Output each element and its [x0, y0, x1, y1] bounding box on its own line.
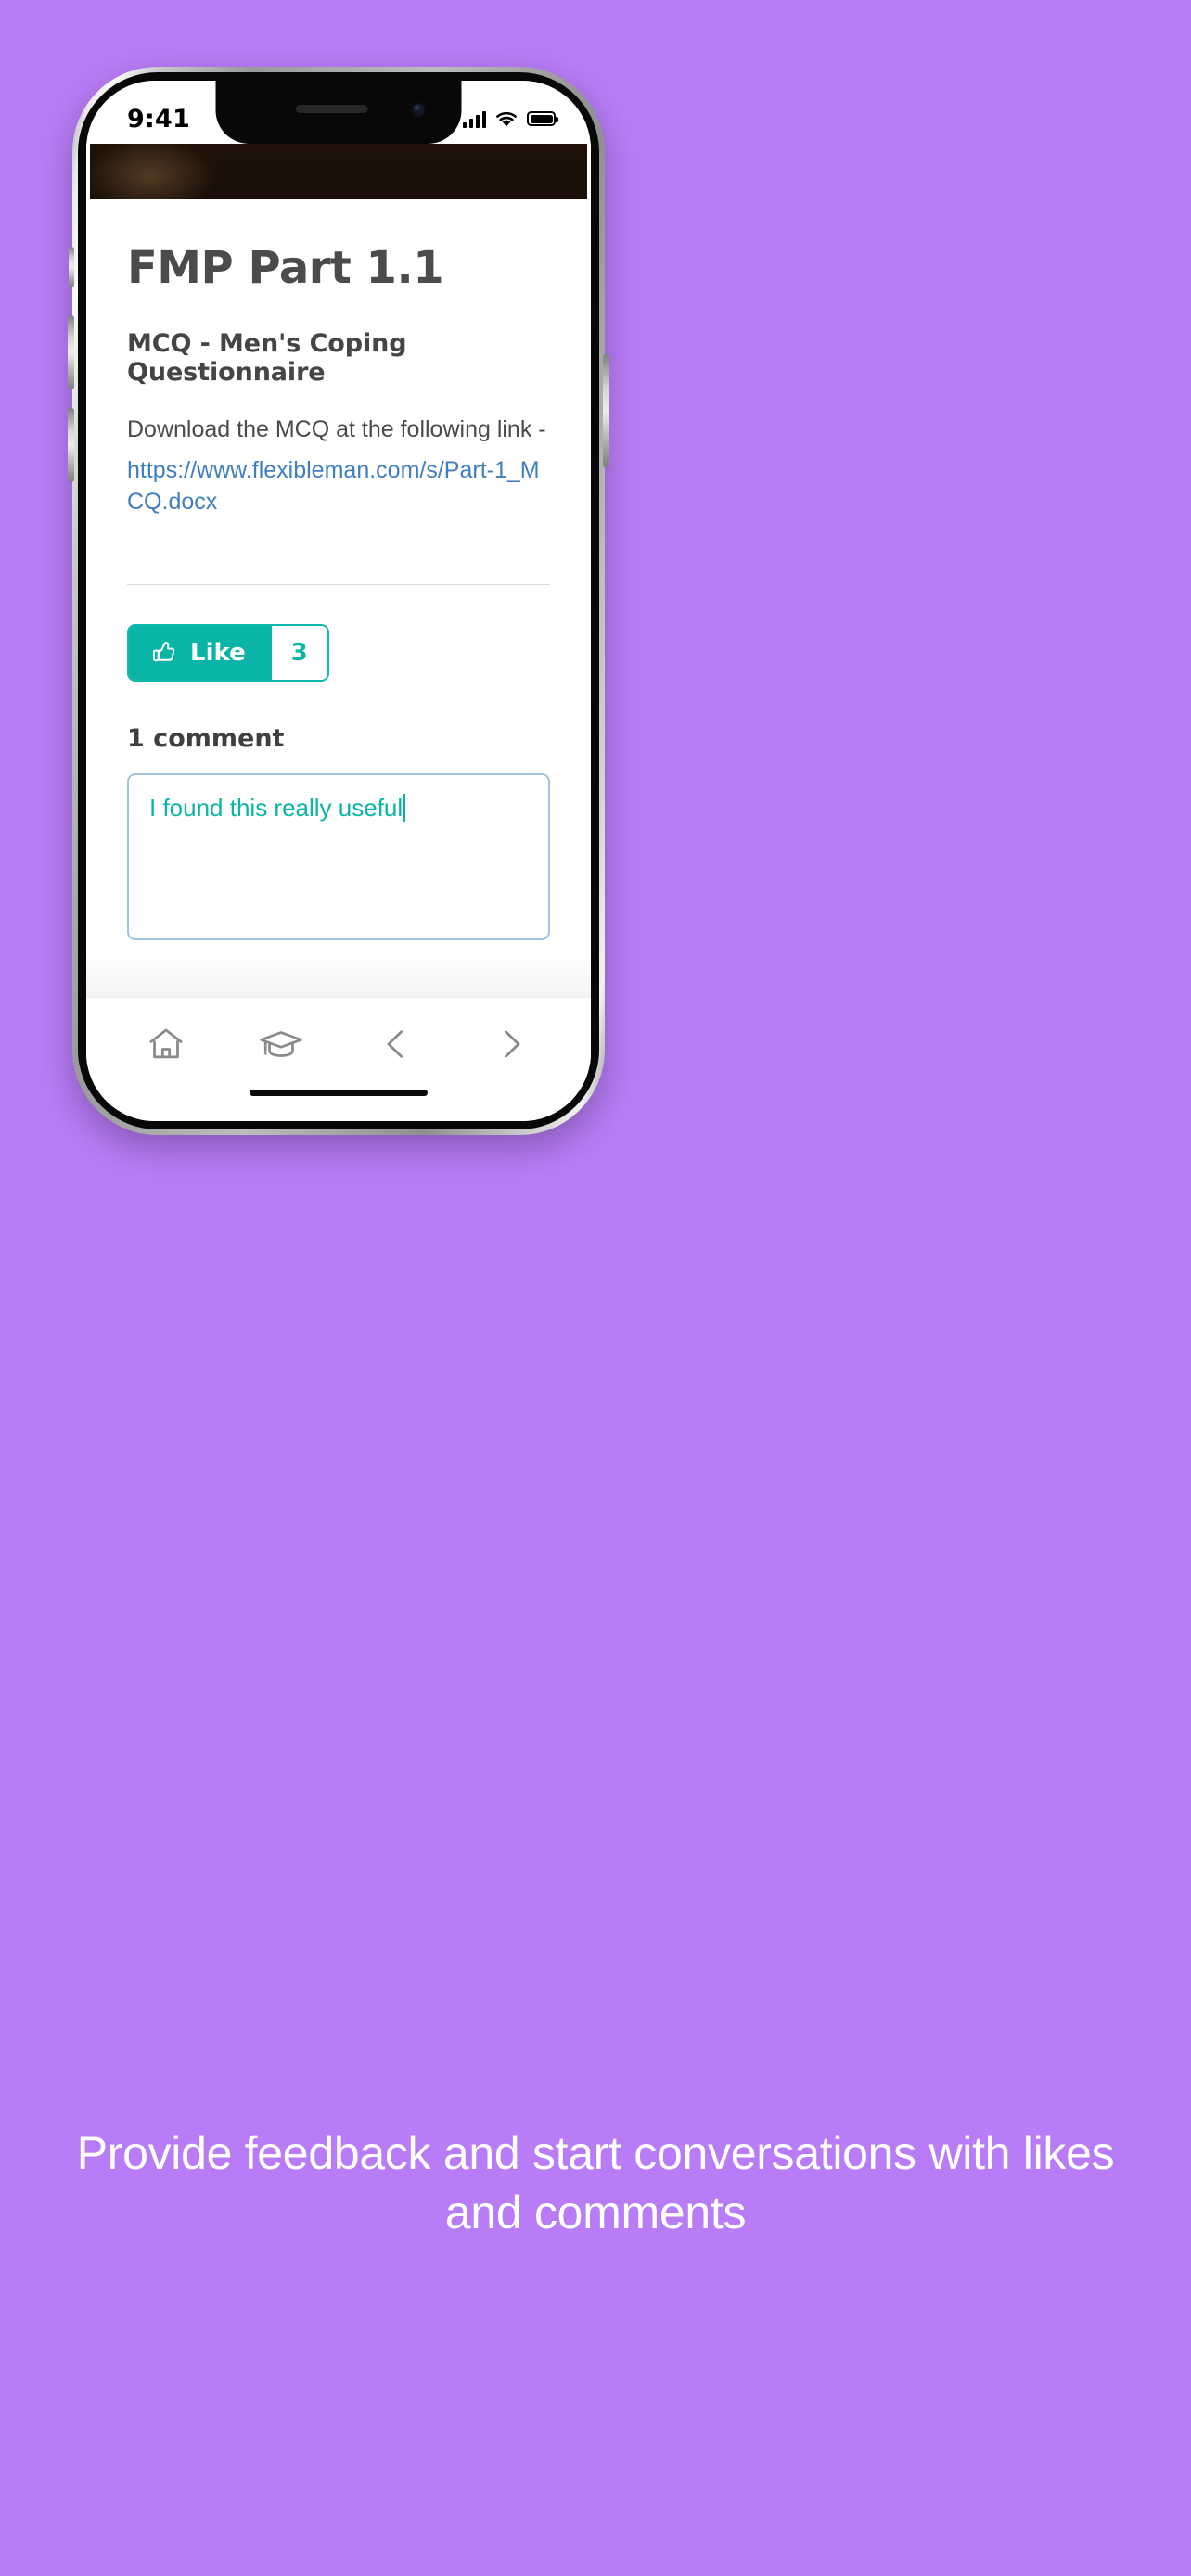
page-title: FMP Part 1.1 — [127, 242, 444, 294]
nav-fade — [86, 952, 591, 997]
volume-up-button[interactable] — [68, 315, 74, 389]
like-row: Like 3 — [127, 624, 550, 682]
chevron-left-icon — [387, 1029, 403, 1058]
home-indicator — [86, 1090, 591, 1121]
comment-input[interactable]: I found this really useful — [127, 773, 550, 941]
like-button-label: Like — [190, 639, 246, 668]
phone-screen: 9:41 FMP Part 1.1 MCQ - Men's Coping Que… — [86, 81, 591, 1121]
text-caret — [403, 794, 406, 823]
cellular-bars-icon — [462, 110, 486, 128]
nav-next-button[interactable] — [470, 1012, 552, 1077]
scroll-area[interactable]: FMP Part 1.1 MCQ - Men's Coping Question… — [86, 144, 591, 952]
comment-count-label: 1 comment — [127, 724, 285, 754]
nav-home-button[interactable] — [125, 1012, 207, 1077]
like-group: Like 3 — [127, 624, 329, 682]
chevron-right-icon — [505, 1029, 520, 1058]
nav-previous-button[interactable] — [355, 1012, 437, 1077]
post-content: FMP Part 1.1 MCQ - Men's Coping Question… — [86, 242, 591, 952]
bottom-navigation — [86, 997, 591, 1090]
wifi-icon — [496, 111, 517, 126]
notch — [215, 81, 462, 144]
battery-full-icon — [527, 111, 558, 126]
mute-switch-button[interactable] — [69, 247, 74, 287]
post-subtitle: MCQ - Men's Coping Questionnaire — [127, 329, 407, 387]
download-link[interactable]: https://www.flexibleman.com/s/Part-1_MCQ… — [127, 455, 550, 518]
thumbs-up-icon — [153, 642, 175, 662]
front-camera-icon — [410, 102, 427, 118]
earpiece-speaker-icon — [295, 105, 368, 113]
power-button[interactable] — [603, 354, 609, 467]
content-divider — [127, 584, 550, 586]
nav-courses-button[interactable] — [240, 1012, 322, 1077]
post-hero-image — [90, 144, 587, 199]
home-icon — [149, 1028, 183, 1058]
status-time: 9:41 — [127, 104, 190, 134]
phone-mockup: 9:41 FMP Part 1.1 MCQ - Men's Coping Que… — [68, 67, 609, 1135]
comment-input-value: I found this really useful — [149, 794, 403, 823]
graduation-cap-icon — [260, 1030, 302, 1057]
status-indicators — [462, 110, 558, 128]
volume-down-button[interactable] — [68, 408, 74, 482]
marketing-caption: Provide feedback and start conversations… — [76, 2127, 1115, 2238]
post-body-text: Download the MCQ at the following link - — [127, 416, 546, 442]
like-button[interactable]: Like — [129, 626, 272, 681]
app-content: FMP Part 1.1 MCQ - Men's Coping Question… — [86, 144, 591, 1121]
like-count[interactable]: 3 — [271, 626, 327, 681]
